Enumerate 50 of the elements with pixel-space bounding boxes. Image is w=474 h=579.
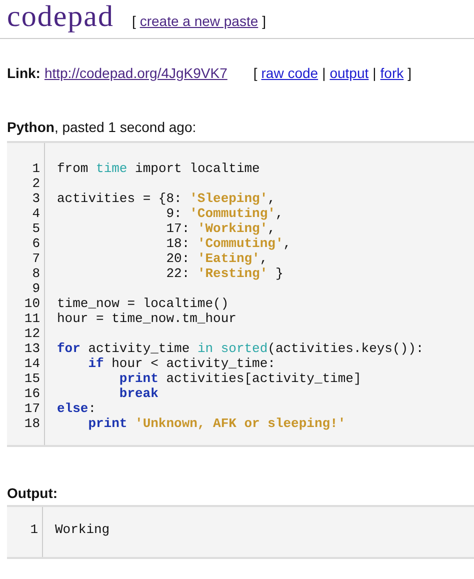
separator: | — [322, 65, 326, 81]
code-line: 9: 'Commuting', — [165, 206, 284, 221]
line-number: 1 — [29, 522, 38, 537]
separator: | — [372, 65, 376, 81]
line-number: 8 — [31, 266, 40, 281]
code-line: 22: 'Resting' } — [165, 266, 284, 281]
action-link[interactable]: output — [330, 65, 369, 81]
line-number: 9 — [31, 281, 40, 296]
line-number: 17 — [23, 401, 40, 416]
code-line: hour = time_now.tm_hour — [57, 311, 236, 326]
line-number: 16 — [23, 386, 40, 401]
line-number: 12 — [23, 326, 40, 341]
line-number: 3 — [31, 191, 40, 206]
code-line: for activity_time in sorted(activities.keys()): — [57, 341, 424, 356]
line-number: 1 — [31, 161, 40, 176]
code-line: 17: 'Working', — [165, 221, 276, 236]
line-number: 2 — [31, 176, 40, 191]
link-label: Link: — [7, 65, 40, 81]
line-number: 5 — [31, 221, 40, 236]
output-line: Working — [55, 522, 110, 537]
line-number: 6 — [31, 236, 40, 251]
code-line: else: — [57, 401, 96, 416]
code-line: print activities[activity_time] — [119, 371, 362, 386]
code-line: from time import localtime — [57, 161, 260, 176]
line-number: 7 — [31, 251, 40, 266]
code-line: 20: 'Eating', — [165, 251, 268, 266]
bracket: ] — [408, 65, 412, 81]
action-link[interactable]: fork — [380, 65, 404, 81]
code-line: print 'Unknown, AFK or sleeping!' — [88, 416, 346, 431]
bracket: [ — [253, 65, 258, 81]
line-number: 10 — [23, 296, 40, 311]
code-line: time_now = localtime() — [57, 296, 229, 311]
bracket: ] — [262, 13, 266, 29]
line-number: 15 — [23, 371, 40, 386]
code-line: activities = {8: 'Sleeping', — [57, 191, 276, 206]
code-line: 18: 'Commuting', — [165, 236, 292, 251]
code-line: break — [119, 386, 158, 401]
line-number: 18 — [23, 416, 40, 431]
bracket: [ — [132, 13, 136, 29]
action-link[interactable]: raw code — [261, 65, 318, 81]
new-paste-link[interactable]: create a new paste — [140, 13, 258, 29]
paste-info: Python, pasted 1 second ago: — [6, 119, 198, 135]
code-line: if hour < activity_time: — [88, 356, 276, 371]
output-label: Output: — [6, 485, 59, 501]
line-number: 14 — [23, 356, 40, 371]
line-number: 4 — [31, 206, 40, 221]
line-number: 11 — [23, 311, 40, 326]
site-logo[interactable]: codepad — [7, 0, 114, 34]
line-number: 13 — [23, 341, 40, 356]
paste-url-link[interactable]: http://codepad.org/4JgK9VK7 — [44, 65, 228, 81]
